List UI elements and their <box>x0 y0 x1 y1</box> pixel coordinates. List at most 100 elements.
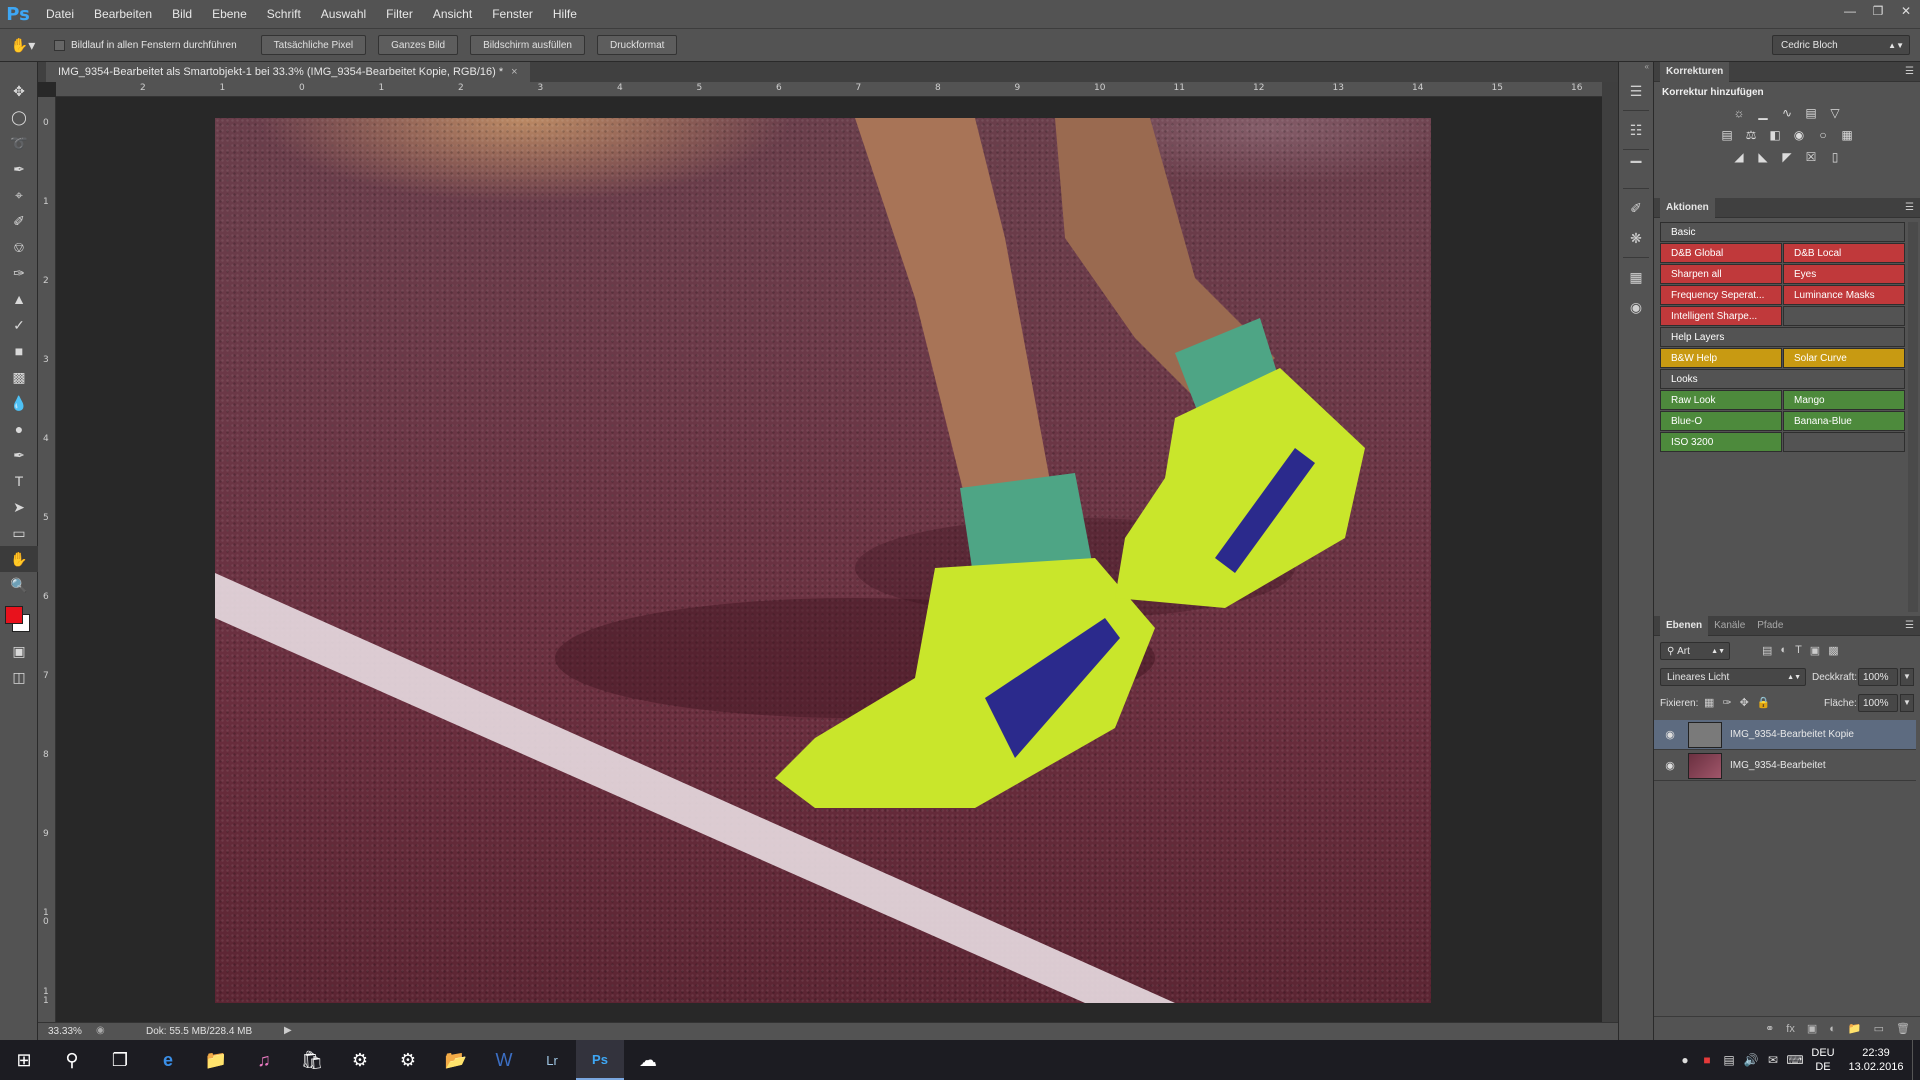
vertical-scrollbar[interactable] <box>1602 82 1618 1022</box>
eyedropper-tool-icon[interactable]: ✐ <box>0 208 38 234</box>
action-button[interactable] <box>1783 432 1905 452</box>
status-info-icon[interactable]: ◉ <box>96 1025 105 1036</box>
vibrance-icon[interactable]: ▽ <box>1827 106 1843 120</box>
language-indicator[interactable]: DEU DE <box>1806 1046 1840 1074</box>
document-tab[interactable]: IMG_9354-Bearbeitet als Smartobjekt-1 be… <box>46 62 530 82</box>
layer-filter-select[interactable]: ⚲ Art ▲▼ <box>1660 642 1730 660</box>
layer-row[interactable]: ◉ IMG_9354-Bearbeitet <box>1654 751 1916 781</box>
workspace-select[interactable]: Cedric Bloch ▲▼ <box>1772 35 1910 55</box>
store-icon[interactable]: 🛍 <box>288 1040 336 1080</box>
lock-transparency-icon[interactable]: ▦ <box>1704 696 1714 709</box>
menu-item[interactable]: Auswahl <box>311 0 376 28</box>
collapse-dock-icon[interactable]: « <box>1619 62 1653 76</box>
scroll-all-checkbox[interactable] <box>54 39 65 51</box>
add-mask-icon[interactable]: ▣ <box>1807 1022 1817 1035</box>
folder-icon[interactable]: 📂 <box>432 1040 480 1080</box>
opacity-dropdown-icon[interactable]: ▼ <box>1900 668 1914 686</box>
styles-panel-icon[interactable]: ▦ <box>1619 262 1653 292</box>
kuler-panel-icon[interactable]: ◉ <box>1619 292 1653 322</box>
opacity-input[interactable]: 100% <box>1858 668 1898 686</box>
menu-item[interactable]: Datei <box>36 0 84 28</box>
option-button[interactable]: Bildschirm ausfüllen <box>470 35 585 55</box>
actions-scrollbar[interactable] <box>1908 222 1918 612</box>
network-icon[interactable]: ▤ <box>1718 1053 1740 1067</box>
steam-icon[interactable]: ⚙ <box>336 1040 384 1080</box>
zoom-level[interactable]: 33.33% <box>48 1026 82 1037</box>
action-button[interactable]: Eyes <box>1783 264 1905 284</box>
blur-tool-icon[interactable]: 💧 <box>0 390 38 416</box>
action-button[interactable]: ISO 3200 <box>1660 432 1782 452</box>
action-button[interactable]: D&B Global <box>1660 243 1782 263</box>
edge-browser-icon[interactable]: e <box>144 1040 192 1080</box>
zoom-tool-icon[interactable]: 🔍 <box>0 572 38 598</box>
eraser-tool-icon[interactable]: ■ <box>0 338 38 364</box>
history-brush-tool-icon[interactable]: ✓ <box>0 312 38 338</box>
crop-tool-icon[interactable]: ⌖ <box>0 182 38 208</box>
blend-mode-select[interactable]: Lineares Licht ▲▼ <box>1660 668 1806 686</box>
action-set-header[interactable]: Basic <box>1660 222 1905 242</box>
photoshop-taskbar-icon[interactable]: Ps <box>576 1040 624 1080</box>
levels-icon[interactable]: ▁ <box>1755 106 1771 120</box>
option-button[interactable]: Ganzes Bild <box>378 35 459 55</box>
action-button[interactable]: D&B Local <box>1783 243 1905 263</box>
lock-position-icon[interactable]: ✥ <box>1740 696 1749 709</box>
menu-item[interactable]: Hilfe <box>543 0 587 28</box>
exposure-icon[interactable]: ▤ <box>1803 106 1819 120</box>
color-lookup-icon[interactable]: ▦ <box>1839 128 1855 142</box>
volume-icon[interactable]: 🔊 <box>1740 1053 1762 1067</box>
path-selection-tool-icon[interactable]: ➤ <box>0 494 38 520</box>
curves-icon[interactable]: ∿ <box>1779 106 1795 120</box>
notifications-icon[interactable]: ✉ <box>1762 1053 1784 1067</box>
quick-mask-icon[interactable]: ▣ <box>0 638 38 664</box>
new-layer-icon[interactable]: ▭ <box>1874 1022 1884 1035</box>
panel-menu-icon[interactable]: ☰ <box>1905 620 1914 631</box>
action-button[interactable]: Raw Look <box>1660 390 1782 410</box>
panel-menu-icon[interactable]: ☰ <box>1905 66 1914 77</box>
hand-tool-preset-icon[interactable]: ✋▾ <box>0 37 46 54</box>
selective-color-icon[interactable]: ☒ <box>1803 150 1819 164</box>
histogram-panel-icon[interactable]: ▔ <box>1619 154 1653 184</box>
windows-start-icon[interactable]: ⊞ <box>0 1040 48 1080</box>
menu-item[interactable]: Ebene <box>202 0 257 28</box>
tray-app-icon[interactable]: ● <box>1674 1053 1696 1067</box>
history-panel-icon[interactable]: ☰ <box>1619 76 1653 106</box>
pixel-filter-icon[interactable]: ▤ <box>1762 644 1772 657</box>
search-icon[interactable]: ⚲ <box>48 1040 96 1080</box>
action-button[interactable]: Blue-O <box>1660 411 1782 431</box>
lasso-tool-icon[interactable]: ➰ <box>0 130 38 156</box>
link-layers-icon[interactable]: ⚭ <box>1765 1022 1774 1035</box>
action-button[interactable]: Solar Curve <box>1783 348 1905 368</box>
type-filter-icon[interactable]: T <box>1795 644 1802 657</box>
file-explorer-icon[interactable]: 📁 <box>192 1040 240 1080</box>
action-button[interactable]: Mango <box>1783 390 1905 410</box>
foreground-color-swatch[interactable] <box>5 606 23 624</box>
dodge-tool-icon[interactable]: ● <box>0 416 38 442</box>
properties-panel-icon[interactable]: ☷ <box>1619 115 1653 145</box>
lock-pixels-icon[interactable]: ✑ <box>1722 696 1731 709</box>
word-icon[interactable]: W <box>480 1040 528 1080</box>
fill-dropdown-icon[interactable]: ▼ <box>1900 694 1914 712</box>
close-tab-icon[interactable]: × <box>511 66 517 78</box>
close-icon[interactable]: ✕ <box>1892 0 1920 22</box>
layer-row[interactable]: ◉ IMG_9354-Bearbeitet Kopie <box>1654 720 1916 750</box>
smart-object-filter-icon[interactable]: ▩ <box>1828 644 1838 657</box>
tab-pfade[interactable]: Pfade <box>1751 616 1789 636</box>
document-image[interactable] <box>215 118 1431 1003</box>
clock[interactable]: 22:39 13.02.2016 <box>1840 1046 1912 1074</box>
tab-ebenen[interactable]: Ebenen <box>1660 615 1709 636</box>
gradient-map-icon[interactable]: ▯ <box>1827 150 1843 164</box>
itunes-icon[interactable]: ♫ <box>240 1040 288 1080</box>
marquee-tool-icon[interactable]: ◯ <box>0 104 38 130</box>
restore-icon[interactable]: ❐ <box>1864 0 1892 22</box>
adobe-tray-icon[interactable]: ■ <box>1696 1053 1718 1067</box>
gradient-tool-icon[interactable]: ▩ <box>0 364 38 390</box>
hue-saturation-icon[interactable]: ▤ <box>1719 128 1735 142</box>
screen-mode-icon[interactable]: ◫ <box>0 664 38 690</box>
type-tool-icon[interactable]: T <box>0 468 38 494</box>
black-white-icon[interactable]: ◧ <box>1767 128 1783 142</box>
photo-filter-icon[interactable]: ◉ <box>1791 128 1807 142</box>
tab-korrekturen[interactable]: Korrekturen <box>1660 61 1730 82</box>
status-menu-arrow-icon[interactable]: ▶ <box>284 1025 292 1036</box>
rectangle-tool-icon[interactable]: ▭ <box>0 520 38 546</box>
lock-all-icon[interactable]: 🔒 <box>1757 696 1771 709</box>
